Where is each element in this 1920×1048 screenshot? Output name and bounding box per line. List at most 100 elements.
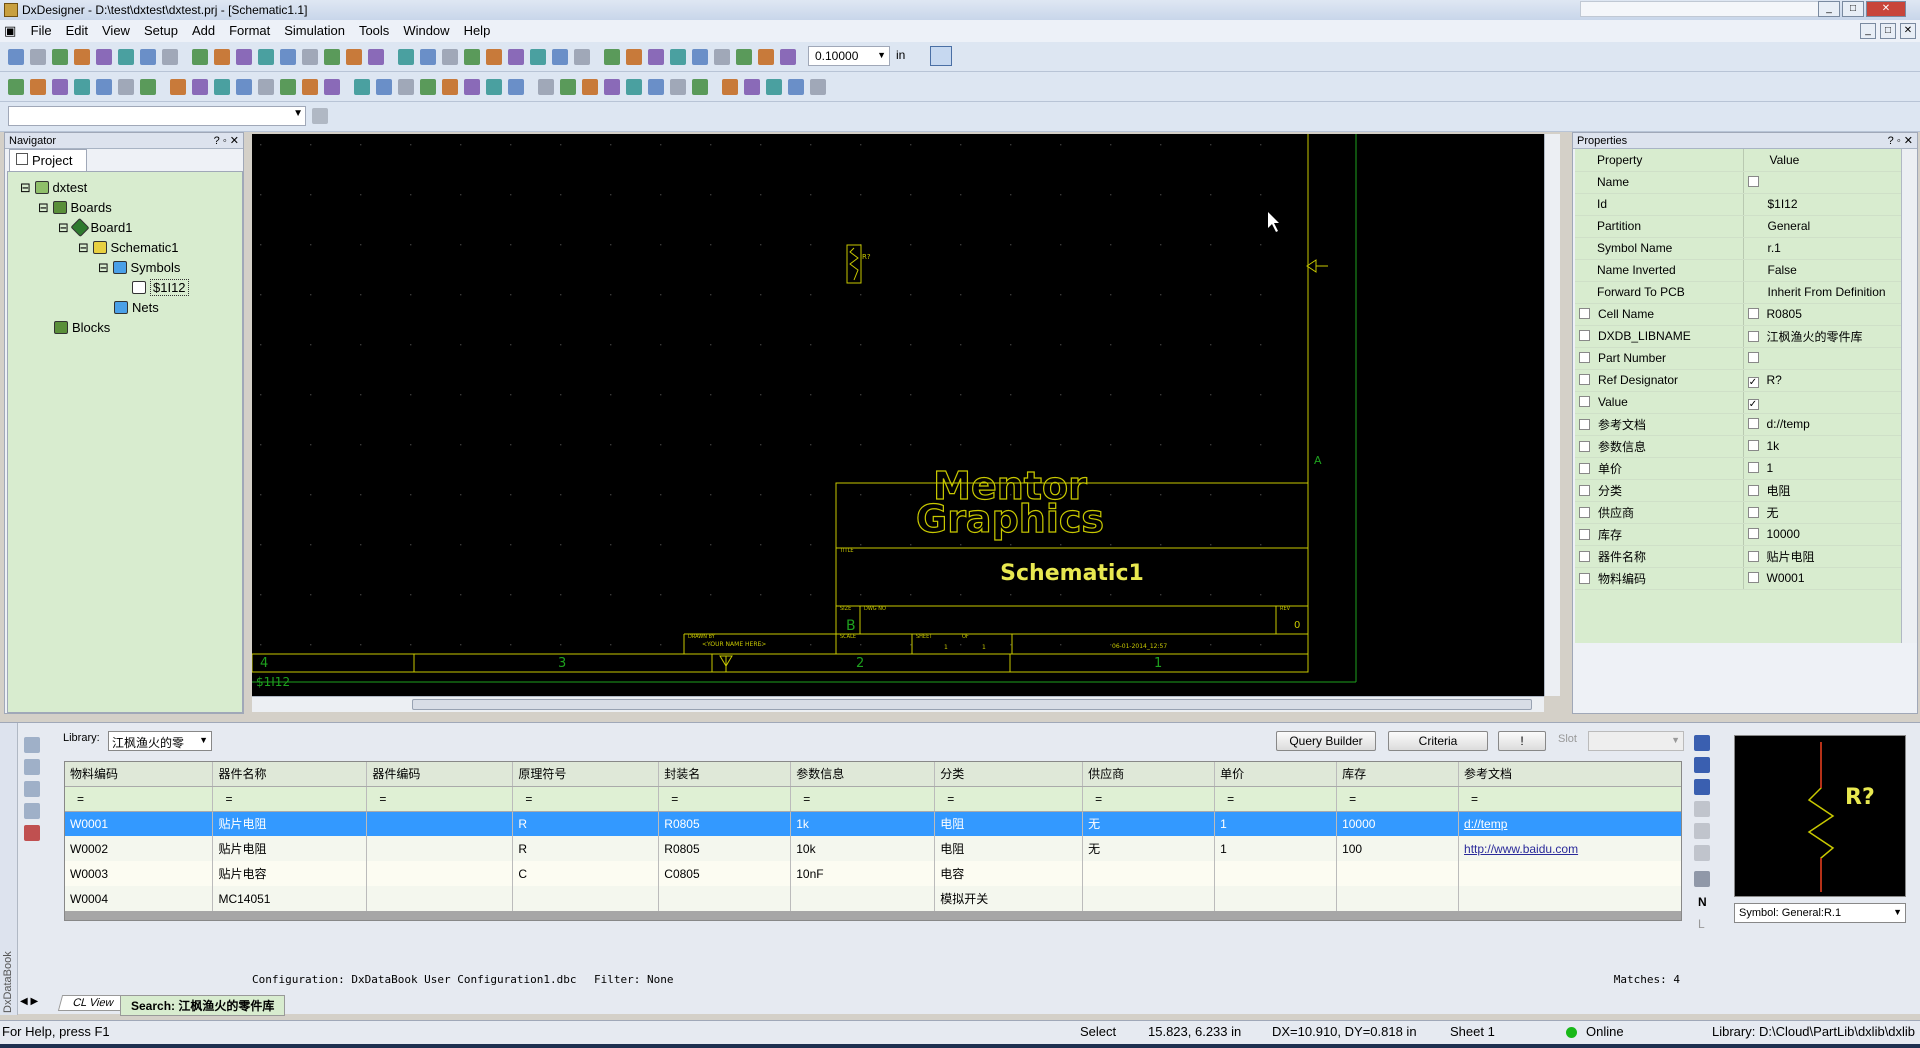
symbol-select[interactable]: Symbol: General:R.1 ▼ — [1734, 903, 1906, 923]
toolbar-tool-icon[interactable] — [368, 49, 384, 65]
value-checkbox[interactable] — [1747, 506, 1759, 518]
toolbar-tool-icon[interactable] — [8, 49, 24, 65]
toolbar-view-icon[interactable] — [8, 79, 24, 95]
property-checkbox[interactable] — [1579, 418, 1590, 430]
toolbar-tool-icon[interactable] — [758, 49, 774, 65]
filter-cell[interactable]: = — [658, 786, 792, 812]
filter-cell[interactable]: = — [1336, 786, 1460, 812]
toolbar-tool-icon[interactable] — [258, 49, 274, 65]
filter-cell[interactable]: = — [790, 786, 936, 812]
toolbar-tool-icon[interactable] — [140, 49, 156, 65]
property-checkbox[interactable] — [1579, 528, 1590, 540]
menu-setup[interactable]: Setup — [137, 20, 185, 41]
toolbar-tool-icon[interactable] — [508, 49, 524, 65]
arrow-right-icon[interactable] — [1694, 757, 1710, 773]
toolbar-tool-icon[interactable] — [486, 49, 502, 65]
toolbar-tool-icon[interactable] — [214, 49, 230, 65]
toolbar-tool-icon[interactable] — [648, 49, 664, 65]
value-checkbox[interactable] — [1747, 440, 1759, 451]
document-link[interactable]: d://temp — [1464, 817, 1507, 831]
toolbar-tool-icon[interactable] — [52, 49, 68, 65]
property-value[interactable]: R? — [1767, 373, 1782, 387]
value-checkbox[interactable] — [1747, 462, 1759, 473]
toolbar-view-icon[interactable] — [582, 79, 598, 95]
property-value[interactable]: 江枫渔火的零件库 — [1767, 330, 1863, 344]
toolbar-view-icon[interactable] — [560, 79, 576, 95]
table-icon[interactable] — [24, 803, 40, 819]
toolbar-view-icon[interactable] — [538, 79, 554, 95]
tab-scroll-left-icon[interactable]: ◀ ▶ — [20, 996, 38, 1007]
column-header[interactable]: 封装名 — [658, 762, 792, 787]
property-value[interactable]: d://temp — [1767, 417, 1810, 431]
criteria-button[interactable]: Criteria — [1388, 731, 1488, 751]
property-checkbox[interactable] — [1579, 506, 1590, 518]
toolbar-view-icon[interactable] — [192, 79, 208, 95]
property-row[interactable]: Name — [1575, 171, 1901, 194]
column-header[interactable]: 物料编码 — [65, 762, 214, 787]
toolbar-tool-icon[interactable] — [736, 49, 752, 65]
table-row[interactable]: W0003 贴片电容 C C0805 10nF 电容 — [65, 861, 1681, 886]
property-row[interactable]: 参数信息 1k — [1575, 435, 1901, 458]
schematic-drawing[interactable]: R? Mentor Graphics Schematic1 TITLE SIZE… — [252, 134, 1544, 696]
tree-item-blocks[interactable]: Blocks — [54, 320, 110, 335]
chevron-down-icon[interactable]: ▼ — [293, 108, 303, 119]
filter-cell[interactable]: = — [512, 786, 660, 812]
toolbar-view-icon[interactable] — [420, 79, 436, 95]
toolbar-view-icon[interactable] — [214, 79, 230, 95]
property-checkbox[interactable] — [1579, 374, 1590, 385]
grid-toggle-icon[interactable] — [930, 46, 952, 66]
menu-add[interactable]: Add — [185, 20, 222, 41]
toolbar-tool-icon[interactable] — [552, 49, 568, 65]
column-header[interactable]: 参考文档 — [1458, 762, 1681, 787]
property-row[interactable]: 库存 10000 — [1575, 523, 1901, 546]
property-row[interactable]: 供应商 无 — [1575, 501, 1901, 524]
value-checkbox[interactable] — [1747, 308, 1759, 319]
toolbar-view-icon[interactable] — [74, 79, 90, 95]
menu-window[interactable]: Window — [396, 20, 456, 41]
column-header[interactable]: 原理符号 — [512, 762, 660, 787]
table-row[interactable]: W0002 贴片电阻 R R0805 10k 电阻无 1 100 http://www.baid… — [65, 836, 1681, 861]
property-checkbox[interactable] — [1579, 330, 1590, 341]
toolbar-view-icon[interactable] — [788, 79, 804, 95]
close-button[interactable]: ✕ — [1866, 1, 1906, 17]
toolbar-tool-icon[interactable] — [398, 49, 414, 65]
menu-format[interactable]: Format — [222, 20, 277, 41]
property-row[interactable]: Cell Name R0805 — [1575, 303, 1901, 326]
toolbar-tool-icon[interactable] — [670, 49, 686, 65]
toolbar-tool-icon[interactable] — [324, 49, 340, 65]
value-checkbox[interactable] — [1747, 330, 1759, 342]
tree-item-board1[interactable]: ⊟ Board1 — [58, 217, 132, 238]
toolbar-view-icon[interactable] — [626, 79, 642, 95]
column-header[interactable]: 单价 — [1214, 762, 1338, 787]
toolbar-view-icon[interactable] — [810, 79, 826, 95]
property-row[interactable]: Part Number — [1575, 347, 1901, 370]
value-checkbox[interactable] — [1747, 572, 1759, 583]
toolbar-tool-icon[interactable] — [192, 49, 208, 65]
search-icon[interactable] — [24, 737, 40, 753]
toolbar-view-icon[interactable] — [118, 79, 134, 95]
value-checkbox[interactable] — [1747, 528, 1759, 539]
minimize-button[interactable]: _ — [1818, 1, 1840, 17]
toolbar-view-icon[interactable] — [258, 79, 274, 95]
property-checkbox[interactable] — [1579, 572, 1590, 584]
library-select[interactable]: 江枫渔火的零 ▼ — [108, 731, 212, 751]
toolbar-tool-icon[interactable] — [302, 49, 318, 65]
eraser-icon[interactable] — [1694, 871, 1710, 887]
property-value[interactable]: False — [1768, 263, 1797, 277]
toolbar-view-icon[interactable] — [486, 79, 502, 95]
menu-help[interactable]: Help — [457, 20, 498, 41]
value-checkbox[interactable] — [1747, 352, 1759, 363]
value-checkbox[interactable] — [1747, 176, 1759, 187]
property-row[interactable]: 参考文档 d://temp — [1575, 413, 1901, 436]
toolbar-view-icon[interactable] — [280, 79, 296, 95]
toolbar-tool-icon[interactable] — [574, 49, 590, 65]
property-value[interactable]: R0805 — [1767, 307, 1802, 321]
toolbar-tool-icon[interactable] — [96, 49, 112, 65]
property-row[interactable]: 物料编码 W0001 — [1575, 567, 1901, 590]
execute-button[interactable]: ! — [1498, 731, 1546, 751]
value-checkbox[interactable] — [1747, 418, 1759, 429]
tab-project[interactable]: Project — [9, 149, 87, 171]
close-icon[interactable]: ? ◦ ✕ — [214, 134, 239, 147]
property-value[interactable]: $1I12 — [1768, 197, 1798, 211]
property-checkbox[interactable] — [1579, 484, 1590, 496]
